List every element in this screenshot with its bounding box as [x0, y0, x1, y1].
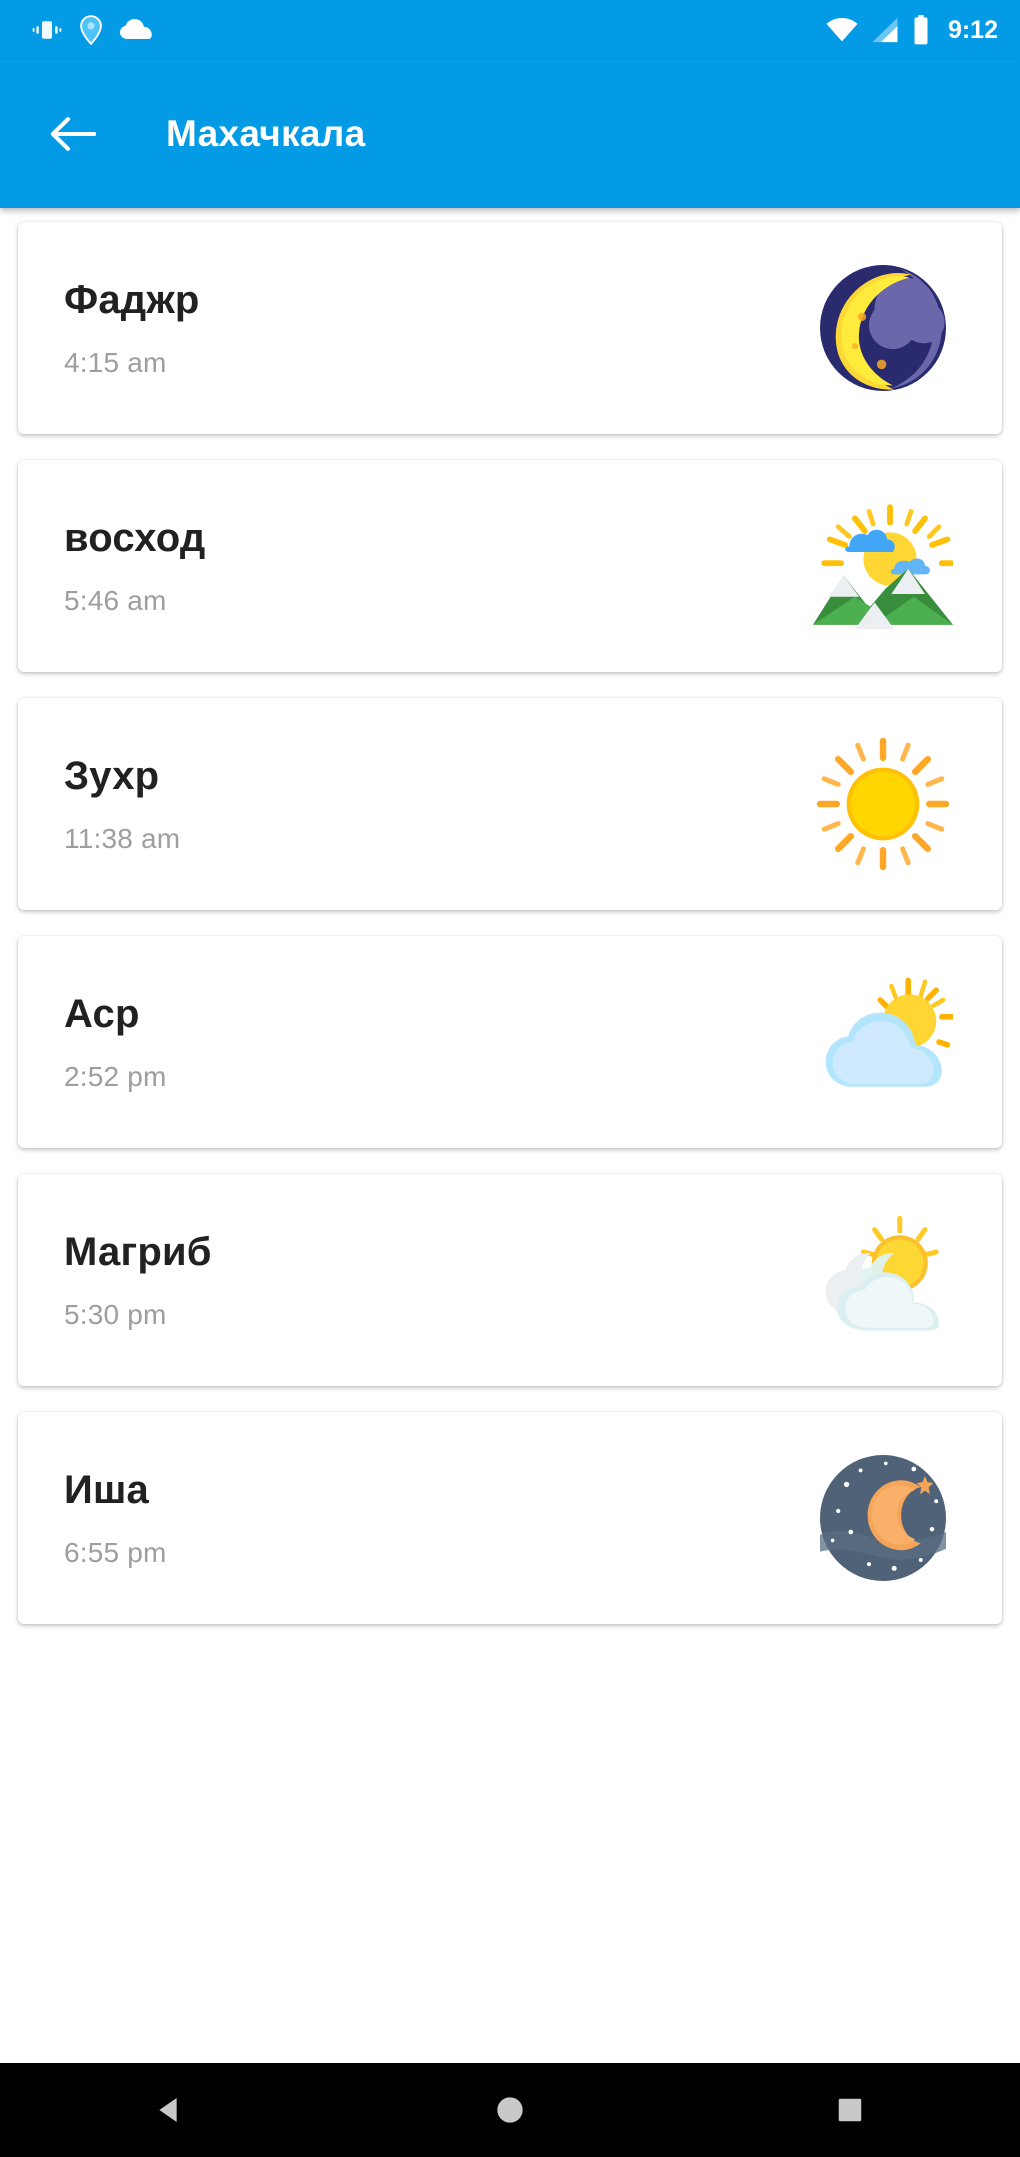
prayer-times-list: Фаджр 4:15 am восход 5:46 am Зухр 11:38 …: [0, 208, 1020, 2013]
square-icon: [838, 2098, 862, 2122]
list-item[interactable]: Иша 6:55 pm: [18, 1412, 1002, 1624]
back-arrow-icon: [50, 117, 96, 151]
recents-nav-button[interactable]: [790, 2063, 910, 2157]
status-bar-left-icons: [32, 15, 152, 45]
list-item[interactable]: Фаджр 4:15 am: [18, 222, 1002, 434]
prayer-info: Фаджр 4:15 am: [64, 279, 200, 377]
sun-behind-cloud-icon: [808, 967, 958, 1117]
sunrise-over-mountains-icon: [808, 491, 958, 641]
prayer-time: 2:52 pm: [64, 1061, 167, 1092]
prayer-info: Иша 6:55 pm: [64, 1469, 167, 1567]
prayer-name: Иша: [64, 1468, 149, 1512]
prayer-time: 4:15 am: [64, 347, 167, 378]
prayer-info: Аср 2:52 pm: [64, 993, 167, 1091]
sun-behind-clouds-sunset-icon: [808, 1205, 958, 1355]
wifi-icon: [826, 17, 858, 42]
cloud-icon: [120, 19, 152, 39]
home-nav-button[interactable]: [450, 2063, 570, 2157]
back-button[interactable]: [44, 105, 102, 163]
list-item[interactable]: Аср 2:52 pm: [18, 936, 1002, 1148]
prayer-time: 5:46 am: [64, 585, 167, 616]
prayer-time: 11:38 am: [64, 823, 181, 854]
vibrate-icon: [32, 21, 62, 39]
location-icon: [80, 15, 102, 45]
night-with-stars-icon: [808, 1443, 958, 1593]
list-item[interactable]: восход 5:46 am: [18, 460, 1002, 672]
battery-icon: [914, 15, 928, 45]
list-item[interactable]: Магриб 5:30 pm: [18, 1174, 1002, 1386]
cellular-signal-icon: [872, 17, 898, 43]
prayer-info: Зухр 11:38 am: [64, 755, 180, 853]
android-navigation-bar: [0, 2063, 1020, 2157]
crescent-moon-icon: [808, 253, 958, 403]
prayer-name: Магриб: [64, 1230, 212, 1274]
prayer-name: Фаджр: [64, 278, 200, 322]
triangle-left-icon: [159, 2098, 177, 2122]
sun-icon: [808, 729, 958, 879]
prayer-time: 5:30 pm: [64, 1299, 167, 1330]
back-nav-button[interactable]: [110, 2063, 230, 2157]
page-title: Махачкала: [166, 113, 366, 154]
prayer-time: 6:55 pm: [64, 1537, 167, 1568]
circle-icon: [497, 2097, 523, 2123]
prayer-info: Магриб 5:30 pm: [64, 1231, 212, 1329]
prayer-info: восход 5:46 am: [64, 517, 205, 615]
list-item[interactable]: Зухр 11:38 am: [18, 698, 1002, 910]
status-bar-clock: 9:12: [947, 15, 998, 44]
prayer-name: Аср: [64, 992, 140, 1036]
prayer-name: восход: [64, 516, 206, 560]
app-bar: Махачкала: [0, 60, 1020, 208]
status-bar: 9:12: [0, 0, 1020, 60]
prayer-name: Зухр: [64, 754, 160, 798]
status-bar-right-icons: 9:12: [826, 15, 998, 45]
